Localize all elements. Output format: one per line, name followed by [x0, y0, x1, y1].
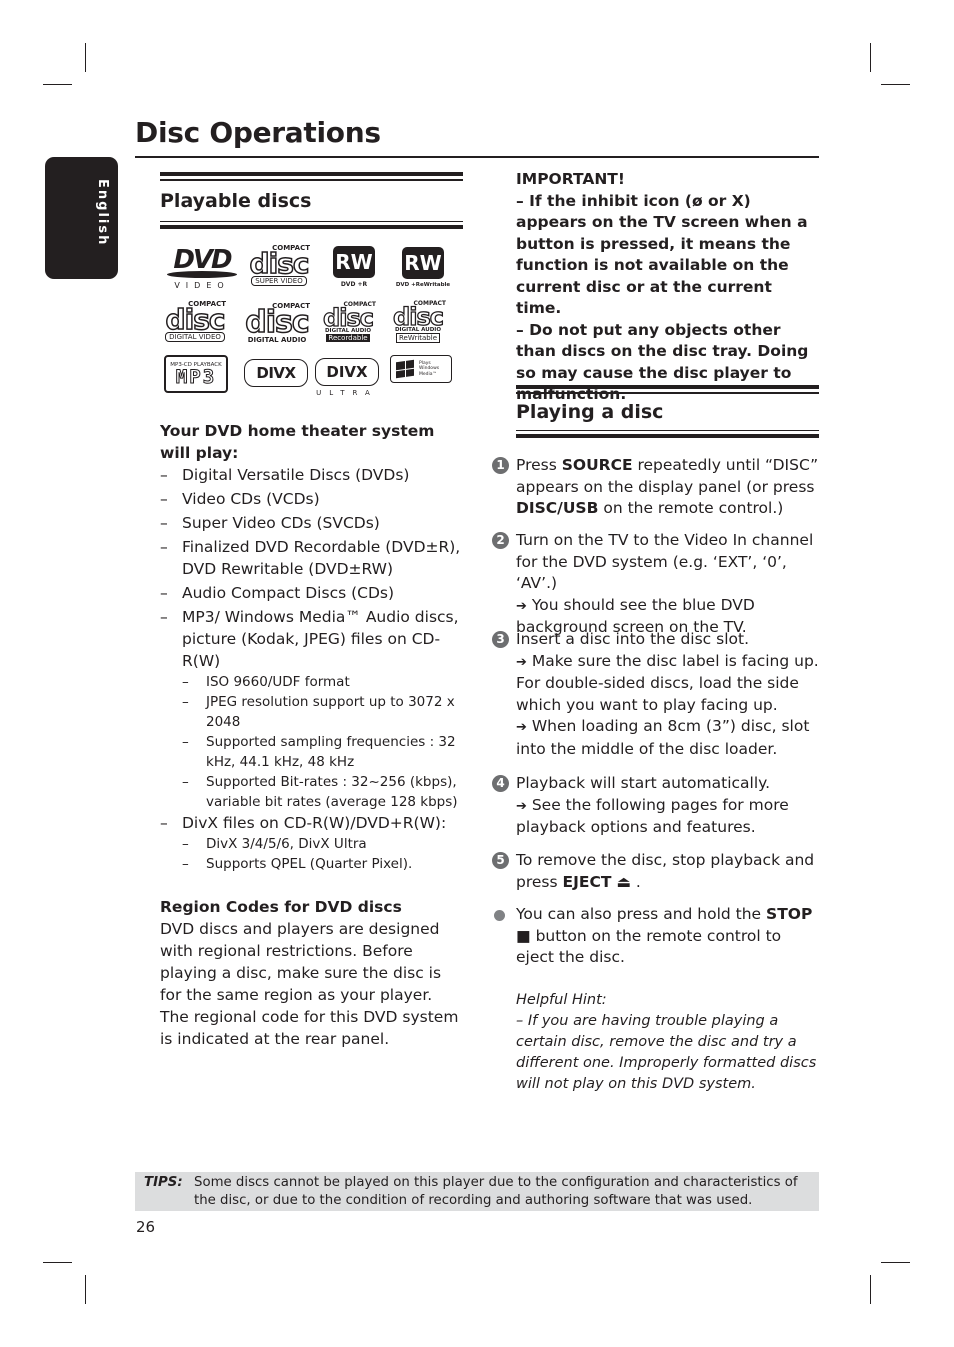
crop-mark — [870, 1275, 871, 1304]
arrow-right-icon: ➔ — [516, 654, 527, 670]
windows-media-logo: Plays Windows Media™ — [390, 355, 452, 383]
stop-button-label: STOP — [766, 905, 813, 923]
crop-mark — [43, 84, 72, 85]
page-title: Disc Operations — [135, 116, 381, 149]
playable-discs-list: Your DVD home theater system will play: … — [160, 420, 465, 1050]
list-item: – MP3/ Windows Media™ Audio discs, pictur… — [160, 608, 459, 670]
list-item: – DivX files on CD-R(W)/DVD+R(W): — [160, 814, 447, 832]
tips-label: TIPS: — [144, 1175, 183, 1190]
section-heading-playing-a-disc: Playing a disc — [516, 385, 819, 438]
list-item: – Finalized DVD Recordable (DVD±R), DVD R… — [160, 538, 461, 578]
compact-disc-super-video-logo: COMPACT disc SUPER VIDEO — [249, 244, 310, 286]
important-text: – If the inhibit icon (ø or X) appears o… — [516, 191, 808, 318]
dvd-plus-rewritable-logo: RW DVD +ReWritable — [390, 244, 456, 290]
page-number: 26 — [136, 1218, 156, 1236]
stop-eject-note: You can also press and hold the STOP ■ bu… — [492, 904, 822, 969]
section-heading-playable-discs: Playable discs — [160, 172, 463, 229]
divx-ultra-logo: DIVX ULTRA — [314, 354, 380, 400]
step-5: 5 To remove the disc, stop playback and … — [492, 850, 822, 893]
step-4: 4 Playback will start automatically. ➔ S… — [492, 773, 822, 839]
arrow-right-icon: ➔ — [516, 598, 527, 614]
compact-disc-digital-video-logo: COMPACT disc DIGITAL VIDEO — [165, 300, 226, 342]
divx-logo: DIVX — [244, 359, 308, 387]
step-number-icon: 1 — [492, 457, 509, 474]
tips-box: TIPS: Some discs cannot be played on thi… — [135, 1172, 819, 1211]
helpful-hint: Helpful Hint: – If you are having troubl… — [516, 990, 821, 1095]
compact-disc-recordable-logo: COMPACT disc DIGITAL AUDIO Recordable — [322, 300, 376, 342]
arrow-right-icon: ➔ — [516, 798, 527, 814]
disc-usb-button-label: DISC/USB — [516, 499, 599, 517]
stop-icon: ■ — [516, 926, 531, 945]
windows-flag-icon — [396, 359, 414, 379]
crop-mark — [43, 1262, 72, 1263]
region-codes-text: DVD discs and players are designed with … — [160, 920, 459, 1048]
hint-title: Helpful Hint: — [516, 992, 607, 1008]
sub-list-item: – ISO 9660/UDF format — [182, 674, 350, 690]
dvd-plus-r-logo: RW DVD +R — [330, 244, 378, 290]
crop-mark — [85, 1275, 86, 1304]
dvd-video-logo: DVD VIDEO — [164, 244, 240, 292]
crop-mark — [870, 43, 871, 72]
language-tab: English — [45, 157, 118, 279]
crop-mark — [881, 1262, 910, 1263]
sub-list-item: – DivX 3/4/5/6, DivX Ultra — [182, 836, 367, 852]
step-number-icon: 4 — [492, 775, 509, 792]
sub-list-item: – Supports QPEL (Quarter Pixel). — [182, 856, 413, 872]
step-2: 2 Turn on the TV to the Video In channel… — [492, 530, 822, 639]
sub-list-item: – JPEG resolution support up to 3072 x 20… — [182, 694, 455, 730]
step-number-icon: 3 — [492, 631, 509, 648]
crop-mark — [881, 84, 910, 85]
list-item: – Digital Versatile Discs (DVDs) — [160, 466, 410, 484]
region-codes-heading: Region Codes for DVD discs — [160, 898, 402, 916]
list-item: – Super Video CDs (SVCDs) — [160, 514, 380, 532]
step-number-icon: 5 — [492, 852, 509, 869]
mp3-cd-playback-logo: MP3-CD PLAYBACK MP3 — [164, 355, 228, 393]
list-item: – Audio Compact Discs (CDs) — [160, 584, 395, 602]
step-1: 1 Press SOURCE repeatedly until “DISC” a… — [492, 455, 822, 520]
crop-mark — [85, 43, 86, 72]
compact-disc-digital-audio-logo: COMPACT disc DIGITAL AUDIO — [245, 302, 311, 344]
important-notice: IMPORTANT! – If the inhibit icon (ø or X… — [516, 169, 821, 406]
arrow-right-icon: ➔ — [516, 720, 527, 735]
bullet-icon — [494, 910, 505, 921]
eject-icon: ⏏ — [616, 872, 631, 891]
intro-text: Your DVD home theater system will play: — [160, 422, 435, 462]
title-rule — [135, 156, 819, 158]
section-title: Playable discs — [160, 189, 312, 212]
list-item: – Video CDs (VCDs) — [160, 490, 320, 508]
section-title: Playing a disc — [516, 400, 664, 423]
eject-button-label: EJECT — [562, 872, 612, 891]
hint-text: – If you are having trouble playing a ce… — [516, 1013, 817, 1092]
compact-disc-rewritable-logo: COMPACT disc DIGITAL AUDIO ReWritable — [392, 299, 446, 343]
tips-text: Some discs cannot be played on this play… — [194, 1175, 798, 1208]
sub-list-item: – Supported sampling frequencies : 32 kHz… — [182, 734, 456, 770]
language-label: English — [95, 179, 110, 247]
step-number-icon: 2 — [492, 532, 509, 549]
step-3: 3 Insert a disc into the disc slot. ➔ Ma… — [492, 629, 822, 760]
source-button-label: SOURCE — [561, 456, 633, 474]
sub-list-item: – Supported Bit-rates : 32~256 (kbps), va… — [182, 774, 458, 810]
important-label: IMPORTANT! — [516, 170, 625, 188]
